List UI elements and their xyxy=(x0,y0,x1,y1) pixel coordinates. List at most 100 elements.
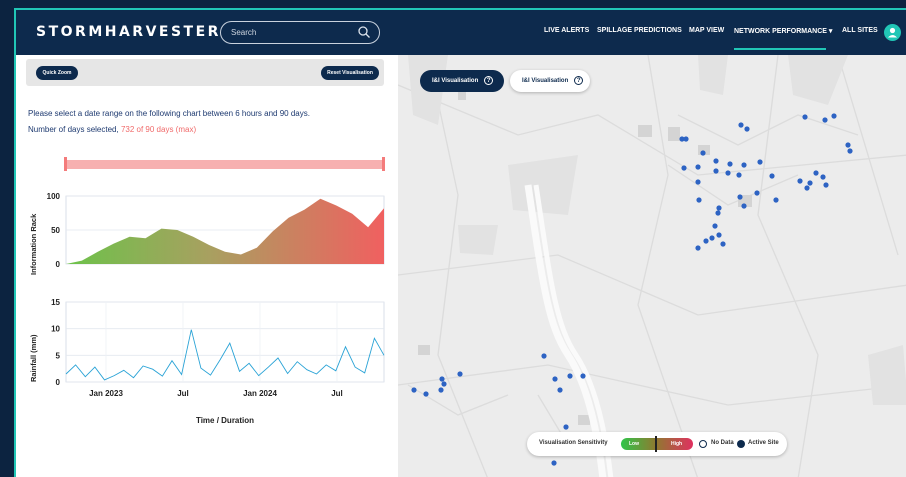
sensitivity-slider-handle[interactable] xyxy=(655,436,657,452)
chart2-xtick-label: Jul xyxy=(177,389,189,398)
site-marker[interactable] xyxy=(716,205,722,211)
help-icon[interactable]: ? xyxy=(574,75,584,85)
chart2-y-label: Rainfall (mm) xyxy=(29,334,38,382)
site-marker[interactable] xyxy=(754,190,760,196)
site-marker[interactable] xyxy=(737,194,743,200)
range-selector-bar[interactable] xyxy=(66,160,384,169)
ii-visualisation-active-label: I&I Visualisation xyxy=(432,78,479,84)
site-marker[interactable] xyxy=(741,162,747,168)
chart2-xtick-label: Jan 2024 xyxy=(243,389,277,398)
nav-map-view[interactable]: MAP VIEW xyxy=(689,27,724,34)
site-marker[interactable] xyxy=(557,387,563,393)
left-panel: Quick Zoom Reset Visualisation Please se… xyxy=(16,55,398,477)
chart2-xtick-label: Jul xyxy=(331,389,343,398)
nav-live-alerts[interactable]: LIVE ALERTS xyxy=(544,27,589,34)
map-view[interactable]: I&I Visualisation? I&I Visualisation? Vi… xyxy=(398,55,906,477)
site-marker[interactable] xyxy=(736,172,742,178)
days-selected-label: Number of days selected, xyxy=(28,125,119,134)
site-marker[interactable] xyxy=(439,376,445,382)
chart2-ytick-label: 10 xyxy=(51,325,60,334)
search-icon[interactable] xyxy=(357,25,371,39)
site-marker[interactable] xyxy=(757,159,763,165)
site-marker[interactable] xyxy=(744,126,750,132)
chart2-xtick-labels: Jan 2023 Jul Jan 2024 Jul xyxy=(89,389,343,398)
map-legend: Visualisation Sensitivity Low High No Da… xyxy=(527,432,787,456)
site-marker[interactable] xyxy=(831,113,837,119)
site-marker[interactable] xyxy=(457,371,463,377)
site-marker[interactable] xyxy=(823,182,829,188)
site-marker[interactable] xyxy=(773,197,779,203)
map-canvas xyxy=(398,55,906,477)
site-marker[interactable] xyxy=(797,178,803,184)
site-marker[interactable] xyxy=(700,150,706,156)
chart1-ytick-label: 0 xyxy=(56,260,61,269)
sensitivity-gradient[interactable]: Low High xyxy=(621,436,693,452)
site-marker[interactable] xyxy=(845,142,851,148)
site-marker[interactable] xyxy=(713,168,719,174)
site-marker[interactable] xyxy=(807,180,813,186)
site-marker[interactable] xyxy=(696,197,702,203)
user-avatar-icon[interactable] xyxy=(884,24,901,41)
help-icon[interactable]: ? xyxy=(484,75,494,85)
site-marker[interactable] xyxy=(802,114,808,120)
site-marker[interactable] xyxy=(411,387,417,393)
site-marker[interactable] xyxy=(709,235,715,241)
site-marker[interactable] xyxy=(441,381,447,387)
site-marker[interactable] xyxy=(563,424,569,430)
range-handle-right[interactable] xyxy=(382,157,385,171)
search-placeholder: Search xyxy=(231,28,257,37)
site-marker[interactable] xyxy=(769,173,775,179)
site-marker[interactable] xyxy=(804,185,810,191)
active-site-circle-icon xyxy=(737,440,745,448)
legend-active-site: Active Site xyxy=(748,440,779,446)
site-marker[interactable] xyxy=(438,387,444,393)
chart2-ytick-label: 5 xyxy=(56,351,61,360)
site-marker[interactable] xyxy=(541,353,547,359)
top-navigation-bar: STORMHARVESTER Search LIVE ALERTS SPILLA… xyxy=(16,10,906,55)
site-marker[interactable] xyxy=(820,174,826,180)
search-input[interactable]: Search xyxy=(220,21,380,44)
charts-area: 050100 Information Rack 051015 Jan 2023 J… xyxy=(29,157,385,425)
legend-no-data: No Data xyxy=(711,440,734,446)
site-marker[interactable] xyxy=(695,179,701,185)
chart1-ytick-labels: 0 50 100 xyxy=(47,192,61,269)
legend-high: High xyxy=(671,441,683,447)
site-marker[interactable] xyxy=(738,122,744,128)
site-marker[interactable] xyxy=(813,170,819,176)
site-marker[interactable] xyxy=(683,136,689,142)
button-bar: Quick Zoom Reset Visualisation xyxy=(26,59,384,86)
site-marker[interactable] xyxy=(423,391,429,397)
site-marker[interactable] xyxy=(580,373,586,379)
instruction-text: Please select a date range on the follow… xyxy=(28,109,310,118)
site-marker[interactable] xyxy=(712,223,718,229)
chart2-ytick-labels: 0 5 10 15 xyxy=(51,298,60,387)
site-marker[interactable] xyxy=(703,238,709,244)
quick-zoom-button[interactable]: Quick Zoom xyxy=(36,66,78,80)
site-marker[interactable] xyxy=(695,164,701,170)
site-marker[interactable] xyxy=(822,117,828,123)
site-marker[interactable] xyxy=(727,161,733,167)
site-marker[interactable] xyxy=(725,170,731,176)
site-marker[interactable] xyxy=(552,376,558,382)
range-handle-left[interactable] xyxy=(64,157,67,171)
site-marker[interactable] xyxy=(681,165,687,171)
reset-visualisation-button[interactable]: Reset Visualisation xyxy=(321,66,379,80)
ii-visualisation-button-active[interactable]: I&I Visualisation? xyxy=(420,70,504,92)
site-marker[interactable] xyxy=(847,148,853,154)
site-marker[interactable] xyxy=(715,210,721,216)
ii-visualisation-button[interactable]: I&I Visualisation? xyxy=(510,70,590,92)
nav-spillage-predictions[interactable]: SPILLAGE PREDICTIONS xyxy=(597,27,682,34)
site-marker[interactable] xyxy=(551,460,557,466)
app-frame: STORMHARVESTER Search LIVE ALERTS SPILLA… xyxy=(14,8,906,477)
site-marker[interactable] xyxy=(720,241,726,247)
chart1-y-label: Information Rack xyxy=(29,213,38,275)
nav-network-performance[interactable]: NETWORK PERFORMANCE ▾ xyxy=(734,27,832,35)
chart2-x-label: Time / Duration xyxy=(196,416,254,425)
site-marker[interactable] xyxy=(716,232,722,238)
no-data-circle-icon xyxy=(699,440,707,448)
site-marker[interactable] xyxy=(695,245,701,251)
site-marker[interactable] xyxy=(713,158,719,164)
site-marker[interactable] xyxy=(567,373,573,379)
site-marker[interactable] xyxy=(741,203,747,209)
nav-all-sites[interactable]: ALL SITES xyxy=(842,27,878,34)
